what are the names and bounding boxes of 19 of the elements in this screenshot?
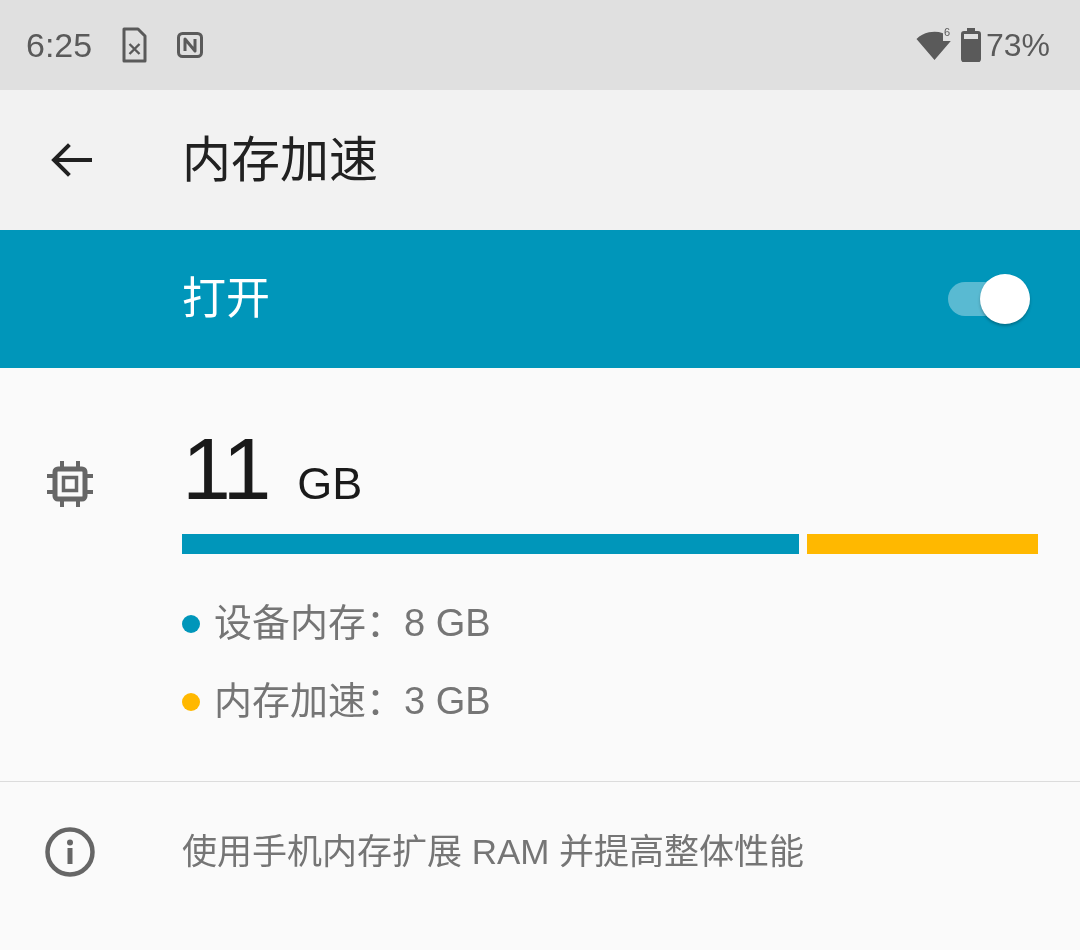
status-time: 6:25 xyxy=(26,28,93,62)
wifi-icon xyxy=(915,30,953,60)
chip-icon xyxy=(45,459,95,509)
info-text: 使用手机内存扩展 RAM 并提高整体性能 xyxy=(182,831,805,873)
back-button[interactable] xyxy=(50,143,92,177)
memory-unit: GB xyxy=(297,461,363,506)
battery-icon xyxy=(960,28,981,62)
wifi-generation-label: 6 xyxy=(943,27,951,38)
nfc-icon xyxy=(177,32,204,58)
page-title: 内存加速 xyxy=(182,131,378,189)
memory-total: 11 xyxy=(182,425,270,513)
battery-percentage: 73% xyxy=(985,29,1050,61)
legend-label: 内存加速：3 GB xyxy=(214,679,491,725)
switch-label: 打开 xyxy=(182,272,271,325)
toggle-switch[interactable] xyxy=(948,274,1030,324)
info-icon xyxy=(45,827,95,877)
back-arrow-icon xyxy=(50,143,92,177)
sim-card-icon xyxy=(121,27,148,63)
legend-label: 设备内存：8 GB xyxy=(214,601,491,647)
